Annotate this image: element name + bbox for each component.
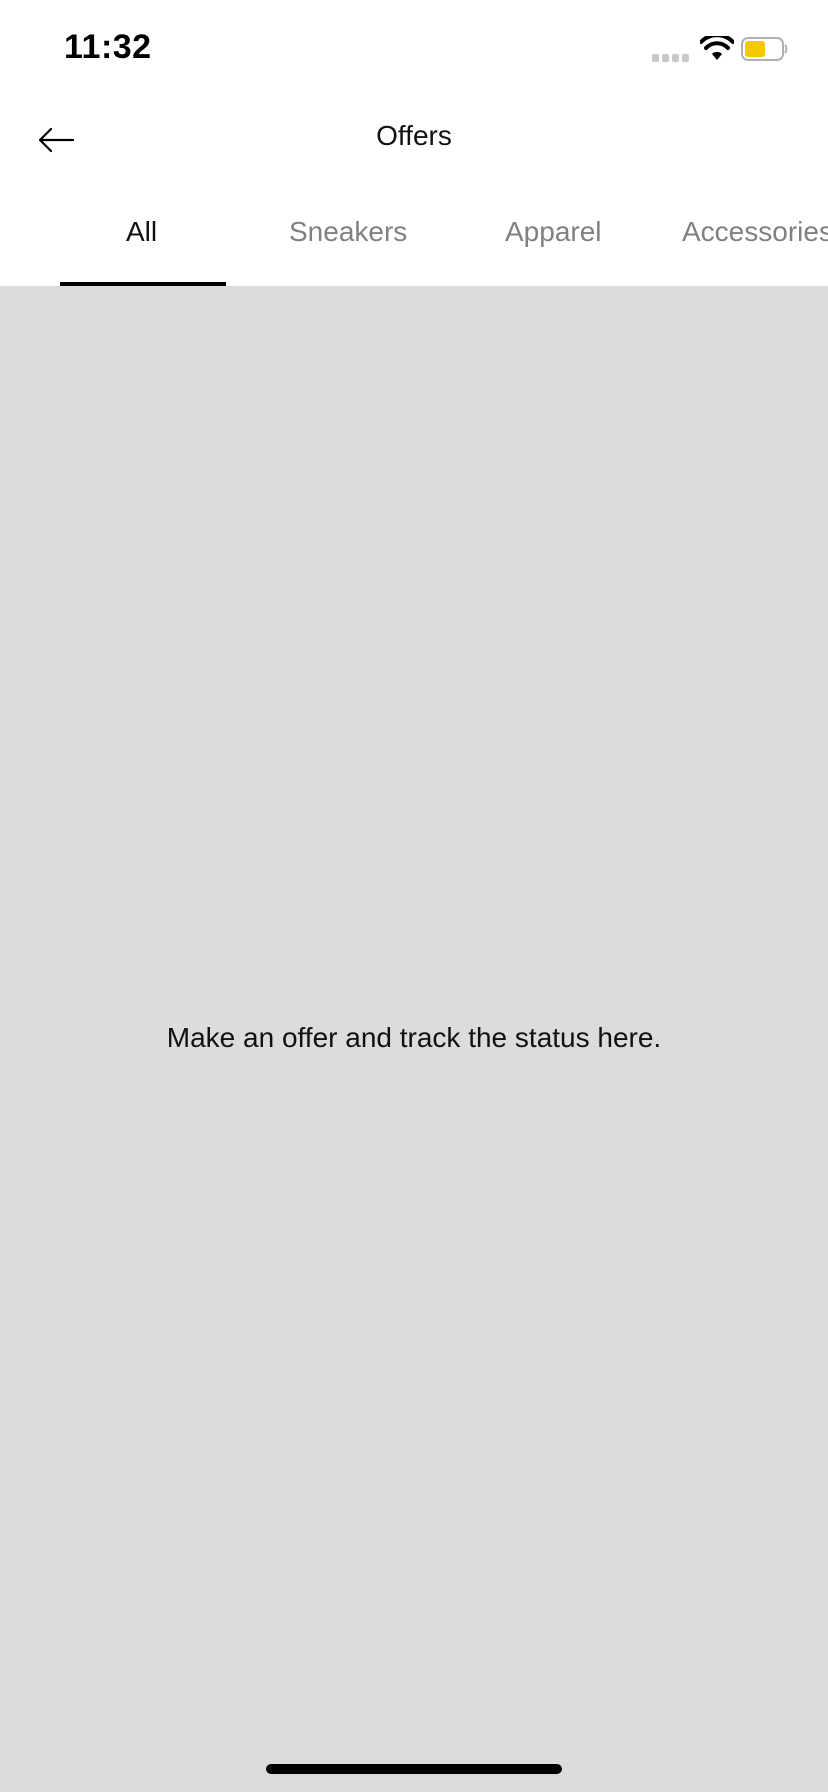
tab-sneakers[interactable]: Sneakers [289, 216, 407, 248]
navigation-bar: Offers [0, 100, 828, 180]
home-indicator[interactable] [266, 1764, 562, 1774]
status-bar: 11:32 [0, 0, 828, 100]
page-title: Offers [376, 120, 452, 151]
wifi-icon [700, 36, 734, 60]
cellular-signal-icon [652, 54, 690, 64]
tab-all[interactable]: All [126, 216, 157, 248]
empty-state-message: Make an offer and track the status here. [166, 1022, 662, 1053]
status-time: 11:32 [64, 28, 152, 66]
tab-accessories[interactable]: Accessories [682, 216, 828, 248]
tab-apparel[interactable]: Apparel [505, 216, 602, 248]
active-tab-indicator [60, 282, 226, 286]
offers-screen: 11:32 Offers All Sneakers Apparel Access… [0, 0, 828, 1792]
header-area: 11:32 Offers All Sneakers Apparel Access… [0, 0, 828, 286]
battery-icon [741, 37, 788, 61]
category-tabs: All Sneakers Apparel Accessories [0, 200, 828, 286]
